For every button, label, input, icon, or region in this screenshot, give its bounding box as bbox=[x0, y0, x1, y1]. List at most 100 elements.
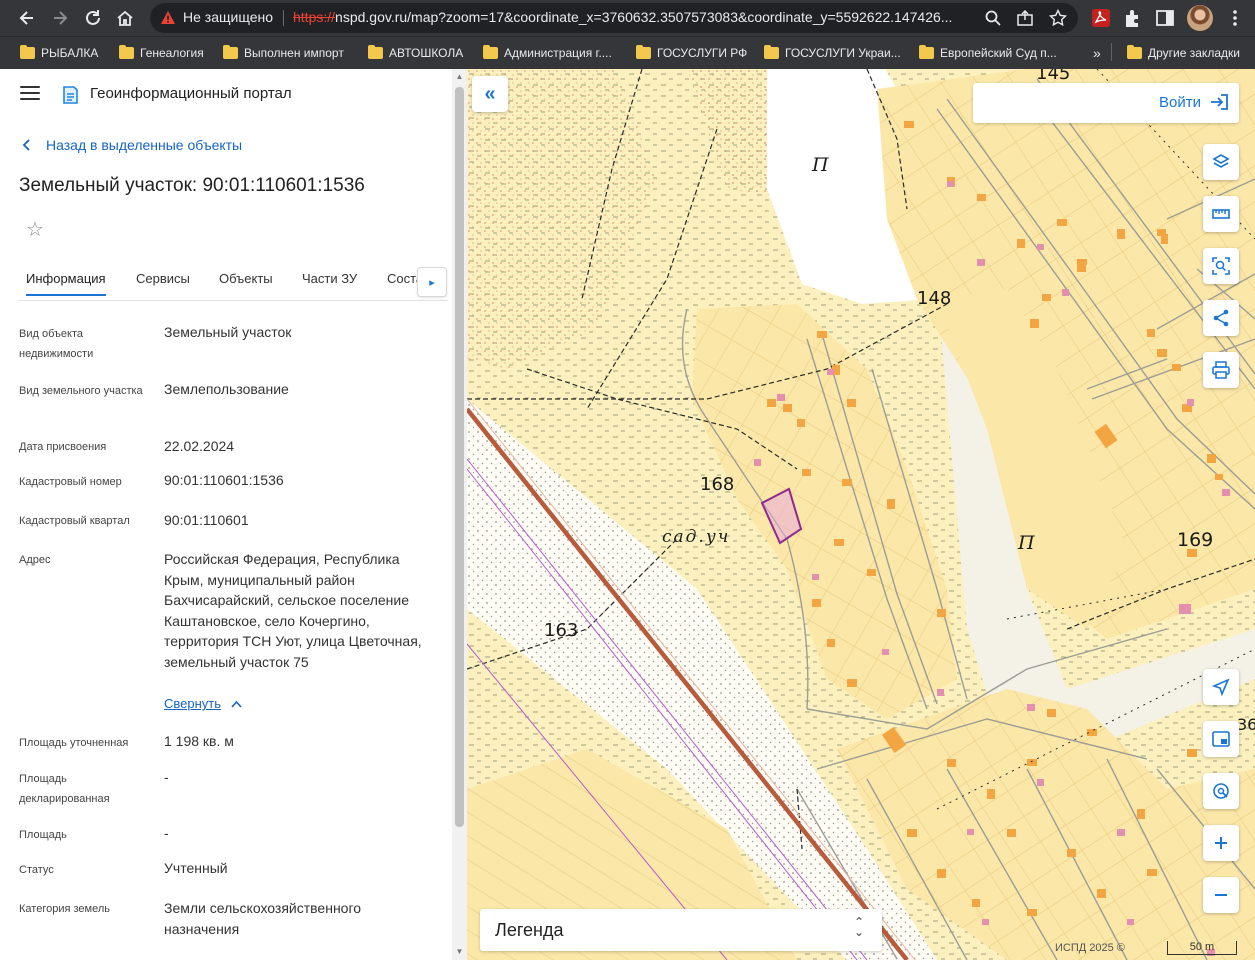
bookmark-label: ГОСУСЛУГИ РФ bbox=[657, 46, 748, 60]
print-button[interactable] bbox=[1203, 352, 1239, 388]
collapse-address-link[interactable]: Свернуть bbox=[164, 696, 242, 711]
attr-value-area: - bbox=[164, 825, 169, 841]
other-bookmarks[interactable]: Другие закладки bbox=[1127, 43, 1240, 63]
bookmark-folder[interactable]: ГОСУСЛУГИ Украи... bbox=[764, 43, 901, 63]
url-scheme: https:// bbox=[293, 9, 336, 25]
folder-icon bbox=[483, 45, 498, 59]
tab-info[interactable]: Информация bbox=[26, 271, 106, 296]
measure-button[interactable] bbox=[1203, 196, 1239, 232]
tab-services[interactable]: Сервисы bbox=[136, 271, 190, 286]
attr-value-status: Учтенный bbox=[164, 860, 228, 876]
share-page-icon[interactable] bbox=[1016, 9, 1034, 27]
back-button[interactable] bbox=[14, 5, 40, 31]
address-bar[interactable]: Не защищено https://nspd.gov.ru/map?zoom… bbox=[150, 3, 1078, 33]
bookmark-folder[interactable]: Выполнен импорт bbox=[223, 43, 344, 63]
bookmarks-overflow-button[interactable]: » bbox=[1093, 43, 1101, 63]
portal-title: Геоинформационный портал bbox=[90, 85, 292, 102]
bookmark-folder[interactable]: РЫБАЛКА bbox=[20, 43, 98, 63]
browser-toolbar: Не защищено https://nspd.gov.ru/map?zoom… bbox=[0, 0, 1255, 36]
folder-icon bbox=[223, 45, 238, 59]
attr-label-area-declared: Площадь декларированная bbox=[19, 773, 110, 805]
layers-button[interactable] bbox=[1203, 144, 1239, 180]
panel-scrollbar[interactable]: ▲ ▼ bbox=[452, 69, 467, 960]
favorite-star-icon[interactable]: ☆ bbox=[26, 220, 44, 240]
share-map-button[interactable] bbox=[1203, 300, 1239, 336]
back-to-selection-link[interactable]: Назад в выделенные объекты bbox=[22, 137, 242, 153]
attr-value-cadastral-quarter: 90:01:110601 bbox=[164, 512, 249, 528]
geo-search-button[interactable] bbox=[1203, 773, 1239, 809]
navigation-arrow-icon bbox=[1211, 678, 1230, 697]
zoom-in-button[interactable] bbox=[1203, 825, 1239, 861]
my-location-button[interactable] bbox=[1203, 669, 1239, 705]
zoom-out-button[interactable] bbox=[1203, 877, 1239, 913]
pdf-extension-icon[interactable] bbox=[1090, 7, 1112, 29]
minimap-button[interactable] bbox=[1203, 721, 1239, 757]
zoom-icon[interactable] bbox=[984, 9, 1002, 27]
elevation-label-169: 169 bbox=[1177, 529, 1214, 551]
back-link-label: Назад в выделенные объекты bbox=[46, 137, 243, 153]
elevation-label-148: 148 bbox=[917, 288, 952, 309]
login-label: Войти bbox=[1159, 93, 1201, 111]
home-button[interactable] bbox=[112, 5, 138, 31]
topographic-map bbox=[467, 69, 1255, 960]
page-title: Земельный участок: 90:01:110601:1536 bbox=[19, 175, 365, 196]
minimap-icon bbox=[1212, 731, 1230, 747]
attr-label-address: Адрес bbox=[19, 554, 51, 566]
kebab-menu-icon[interactable] bbox=[1224, 7, 1246, 29]
insecure-label[interactable]: Не защищено bbox=[183, 9, 273, 25]
attr-label-area-specified: Площадь уточненная bbox=[19, 737, 129, 749]
bookmark-folder[interactable]: ГОСУСЛУГИ РФ bbox=[636, 43, 747, 63]
portal-logo-icon bbox=[63, 86, 78, 104]
legend-bar[interactable]: Легенда ⌃ ⌄ bbox=[480, 909, 882, 951]
sidebar-icon[interactable] bbox=[1154, 7, 1176, 29]
panel-scroll-thumb[interactable] bbox=[455, 87, 464, 827]
bookmark-folder[interactable]: Генеалогия bbox=[119, 43, 204, 63]
url-rest: nspd.gov.ru/map?zoom=17&coordinate_x=376… bbox=[335, 9, 953, 25]
map-label-p-north: П bbox=[812, 154, 829, 176]
share-icon bbox=[1213, 309, 1229, 327]
expand-collapse-icon[interactable]: ⌃ ⌄ bbox=[854, 916, 864, 938]
url-text[interactable]: https://nspd.gov.ru/map?zoom=17&coordina… bbox=[293, 9, 973, 25]
collapse-panel-button[interactable]: « bbox=[472, 76, 508, 112]
bookmarks-bar: РЫБАЛКА Генеалогия Выполнен импорт АВТОШ… bbox=[0, 36, 1255, 69]
login-button[interactable]: Войти bbox=[1159, 93, 1229, 111]
profile-avatar[interactable] bbox=[1187, 5, 1213, 31]
forward-button[interactable] bbox=[47, 5, 73, 31]
select-area-icon bbox=[1212, 257, 1230, 275]
bookmark-label: РЫБАЛКА bbox=[41, 46, 99, 60]
attr-label-assign-date: Дата присвоения bbox=[19, 441, 107, 453]
tab-composition[interactable]: Соста bbox=[387, 271, 417, 286]
chevron-up-icon bbox=[231, 700, 242, 708]
scroll-down-icon[interactable]: ▼ bbox=[455, 947, 464, 956]
arrow-left-icon bbox=[19, 11, 33, 25]
tab-objects[interactable]: Объекты bbox=[219, 271, 273, 286]
ruler-icon bbox=[1212, 209, 1230, 219]
menu-icon[interactable] bbox=[20, 86, 40, 102]
map-view[interactable]: 145 П 148 168 сад.уч П 169 163 36 « Войт… bbox=[467, 69, 1255, 960]
warning-icon bbox=[161, 11, 175, 24]
location-search-icon bbox=[1213, 783, 1229, 799]
login-icon bbox=[1211, 94, 1228, 110]
bookmark-folder[interactable]: Европейский Суд п... bbox=[919, 43, 1057, 63]
attr-value-address: Российская Федерация, Республика Крым, м… bbox=[164, 551, 422, 670]
bookmark-folder[interactable]: АВТОШКОЛА bbox=[368, 43, 463, 63]
attr-value-area-declared: - bbox=[164, 769, 169, 785]
reload-button[interactable] bbox=[80, 5, 106, 31]
tabs-scroll-right-button[interactable]: ▸ bbox=[417, 267, 447, 297]
attr-label-cadastral-quarter: Кадастровый квартал bbox=[19, 515, 130, 527]
map-label-p-east: П bbox=[1018, 532, 1035, 554]
map-attribution: ИСПД 2025 © bbox=[1055, 942, 1125, 954]
attr-label-cadastral-number: Кадастровый номер bbox=[19, 476, 122, 488]
tab-parts[interactable]: Части ЗУ bbox=[302, 271, 357, 286]
bookmark-folder[interactable]: Администрация г.... bbox=[483, 43, 612, 63]
area-select-button[interactable] bbox=[1203, 248, 1239, 284]
arrow-right-icon bbox=[54, 11, 68, 25]
extensions-icon[interactable] bbox=[1122, 7, 1144, 29]
attr-value-land-category: Земли сельскохозяйственного назначения bbox=[164, 900, 362, 937]
scroll-up-icon[interactable]: ▲ bbox=[455, 72, 464, 81]
map-scale-bar: 50 m bbox=[1167, 941, 1237, 955]
collapse-label: Свернуть bbox=[164, 696, 222, 711]
attr-value-parcel-type: Землепользование bbox=[164, 381, 289, 397]
bookmarks-separator bbox=[1111, 43, 1112, 61]
bookmark-star-icon[interactable] bbox=[1049, 9, 1067, 27]
